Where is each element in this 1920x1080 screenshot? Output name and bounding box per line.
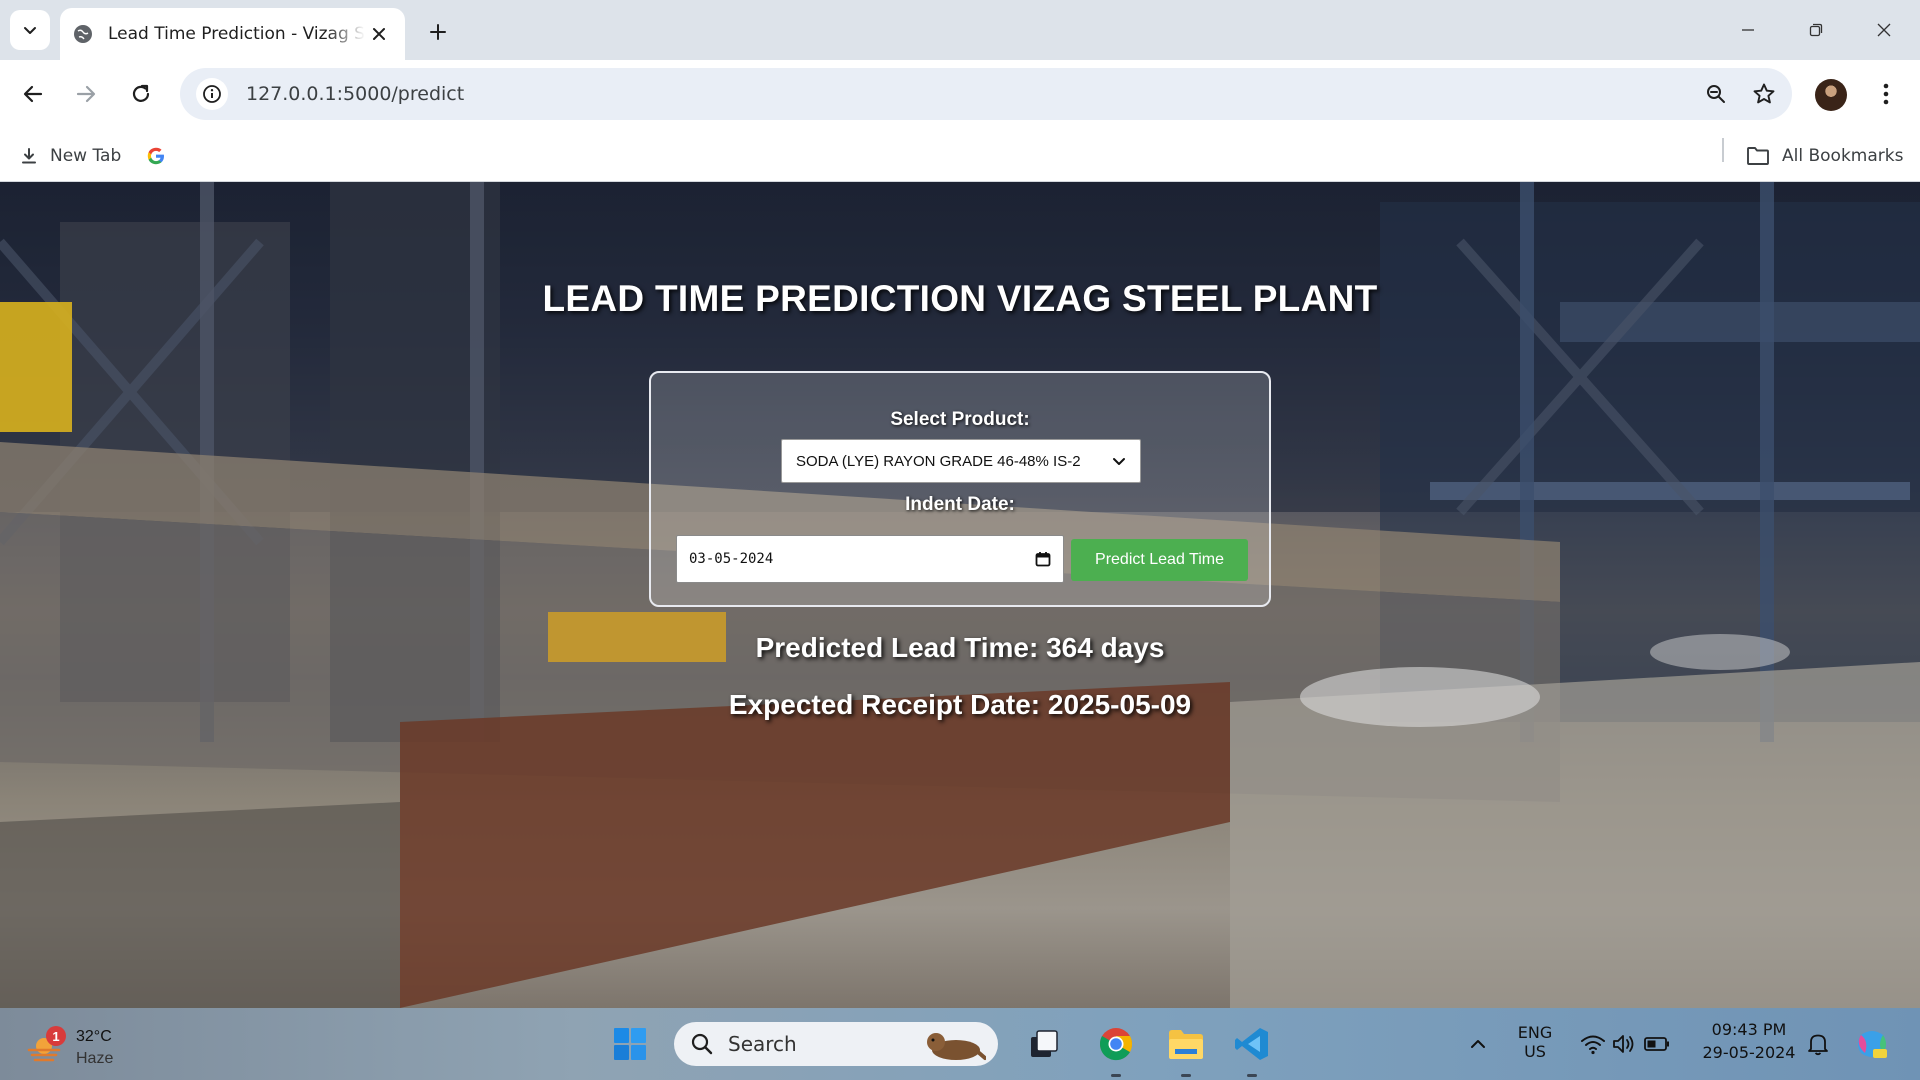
windows-logo-icon xyxy=(614,1028,646,1060)
download-icon xyxy=(22,148,36,164)
task-view-icon xyxy=(1031,1030,1058,1057)
minimize-button[interactable] xyxy=(1724,12,1772,48)
tab-lead-time-prediction[interactable]: Lead Time Prediction - Vizag Steel Plant xyxy=(60,8,405,60)
windows-taskbar: 1 32°C Haze Search ENG US 09:43 PM 29-05… xyxy=(0,1008,1920,1080)
reload-button[interactable] xyxy=(121,74,161,114)
system-clock[interactable]: 09:43 PM 29-05-2024 xyxy=(1694,1020,1804,1062)
chevron-down-icon xyxy=(24,27,36,34)
close-icon xyxy=(1877,23,1891,37)
vscode-taskbar-button[interactable] xyxy=(1230,1022,1274,1066)
url-text[interactable]: 127.0.0.1:5000/predict xyxy=(246,83,1696,105)
bookmark-star-icon[interactable] xyxy=(1744,74,1784,114)
forward-button[interactable] xyxy=(66,74,106,114)
calendar-icon[interactable] xyxy=(1035,551,1051,567)
chrome-icon xyxy=(1099,1028,1133,1061)
profile-avatar[interactable] xyxy=(1815,79,1847,111)
copilot-button[interactable] xyxy=(1850,1022,1894,1066)
more-vertical-icon xyxy=(1883,83,1889,105)
notifications-button[interactable] xyxy=(1796,1022,1840,1066)
google-icon xyxy=(147,147,164,165)
language-code: ENG xyxy=(1517,1023,1553,1042)
task-view-button[interactable] xyxy=(1022,1022,1066,1066)
restore-button[interactable] xyxy=(1792,12,1840,48)
folder-icon xyxy=(1747,147,1769,165)
reload-icon xyxy=(132,84,150,102)
predict-lead-time-button[interactable]: Predict Lead Time xyxy=(1071,539,1248,581)
vscode-running-indicator xyxy=(1247,1074,1257,1077)
clock-time: 09:43 PM xyxy=(1711,1020,1787,1039)
weather-notification-badge: 1 xyxy=(46,1026,66,1046)
address-bar[interactable]: 127.0.0.1:5000/predict xyxy=(180,68,1792,120)
product-selected-value: SODA (LYE) RAYON GRADE 46-48% IS-2 xyxy=(796,452,1081,470)
minimize-icon xyxy=(1742,29,1754,31)
weather-condition: Haze xyxy=(76,1050,114,1067)
weather-temperature: 32°C xyxy=(76,1028,112,1045)
weather-widget[interactable]: 1 32°C Haze xyxy=(26,1022,136,1070)
start-button[interactable] xyxy=(608,1022,652,1066)
bookmarks-bar: New Tab All Bookmarks xyxy=(0,130,1920,182)
taskbar-search[interactable]: Search xyxy=(674,1022,998,1066)
volume-icon xyxy=(1613,1035,1634,1053)
folder-icon xyxy=(1169,1030,1203,1059)
back-button[interactable] xyxy=(13,74,53,114)
vscode-icon xyxy=(1235,1028,1268,1060)
tab-title: Lead Time Prediction - Vizag Steel Plant xyxy=(108,24,365,44)
expected-receipt-date: Expected Receipt Date: 2025-05-09 xyxy=(728,689,1192,720)
indent-date-input[interactable]: 03-05-2024 xyxy=(676,535,1064,583)
browser-toolbar: 127.0.0.1:5000/predict xyxy=(0,60,1920,130)
otter-icon xyxy=(927,1033,986,1060)
new-tab-button[interactable] xyxy=(420,14,456,50)
product-label: Select Product: xyxy=(890,409,1030,430)
explorer-running-indicator xyxy=(1181,1074,1191,1077)
arrow-right-icon xyxy=(76,85,96,103)
indent-date-label: Indent Date: xyxy=(905,494,1015,515)
file-explorer-button[interactable] xyxy=(1164,1022,1208,1066)
wifi-icon xyxy=(1581,1035,1605,1055)
restore-icon xyxy=(1809,23,1823,37)
bookmark-google[interactable] xyxy=(146,140,166,172)
tab-search-button[interactable] xyxy=(10,10,50,50)
predicted-lead-time: Predicted Lead Time: 364 days xyxy=(755,632,1165,663)
battery-icon xyxy=(1644,1037,1669,1051)
chevron-down-icon xyxy=(1113,458,1125,465)
tab-strip: Lead Time Prediction - Vizag Steel Plant xyxy=(0,0,1920,60)
show-hidden-icons-button[interactable] xyxy=(1456,1022,1500,1066)
chrome-taskbar-button[interactable] xyxy=(1094,1022,1138,1066)
clock-date: 29-05-2024 xyxy=(1702,1043,1796,1062)
close-tab-icon[interactable] xyxy=(365,20,393,48)
browser-menu-button[interactable] xyxy=(1868,74,1904,114)
quick-settings-button[interactable] xyxy=(1570,1022,1680,1066)
all-bookmarks-button[interactable]: All Bookmarks xyxy=(1746,140,1903,172)
language-region: US xyxy=(1524,1042,1546,1061)
language-indicator[interactable]: ENG US xyxy=(1512,1023,1558,1061)
bookmark-label: New Tab xyxy=(50,146,122,166)
close-window-button[interactable] xyxy=(1860,12,1908,48)
globe-icon xyxy=(74,25,92,43)
bookmark-new-tab[interactable]: New Tab xyxy=(20,140,121,172)
arrow-left-icon xyxy=(23,85,43,103)
site-info-icon[interactable] xyxy=(196,78,228,110)
chevron-up-icon xyxy=(1471,1040,1485,1048)
copilot-icon xyxy=(1858,1031,1887,1058)
chrome-running-indicator xyxy=(1111,1074,1121,1077)
search-label: Search xyxy=(728,1032,797,1056)
search-icon xyxy=(691,1033,713,1055)
bell-icon xyxy=(1808,1034,1828,1056)
page-content: LEAD TIME PREDICTION VIZAG STEEL PLANT S… xyxy=(0,182,1920,1008)
prediction-form: Select Product: SODA (LYE) RAYON GRADE 4… xyxy=(649,371,1271,607)
page-title: LEAD TIME PREDICTION VIZAG STEEL PLANT xyxy=(542,278,1378,319)
all-bookmarks-label: All Bookmarks xyxy=(1782,146,1904,166)
plus-icon xyxy=(430,24,446,40)
indent-date-value: 03-05-2024 xyxy=(689,551,774,567)
bookmarks-divider xyxy=(1722,138,1724,162)
zoom-icon[interactable] xyxy=(1696,74,1736,114)
product-select[interactable]: SODA (LYE) RAYON GRADE 46-48% IS-2 xyxy=(781,439,1141,483)
